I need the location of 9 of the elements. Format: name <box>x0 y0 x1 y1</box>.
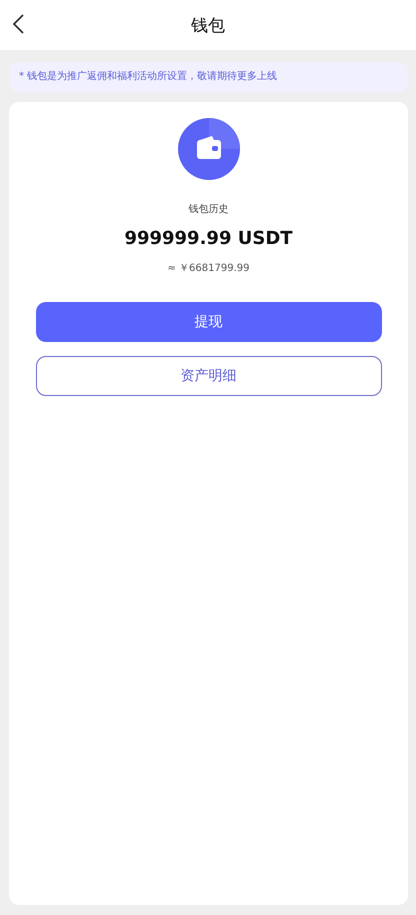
notice-banner: * 钱包是为推广返佣和福利活动所设置，敬请期待更多上线 <box>9 62 408 92</box>
approx-value: ≈ ￥6681799.99 <box>168 262 250 275</box>
page-title: 钱包 <box>191 14 225 36</box>
wallet-icon <box>178 118 240 180</box>
details-button[interactable]: 资产明细 <box>36 356 382 396</box>
balance-amount: 999999.99 USDT <box>124 228 293 249</box>
withdraw-button[interactable]: 提现 <box>36 302 382 342</box>
back-icon[interactable] <box>12 14 24 34</box>
wallet-label: 钱包历史 <box>188 202 228 216</box>
